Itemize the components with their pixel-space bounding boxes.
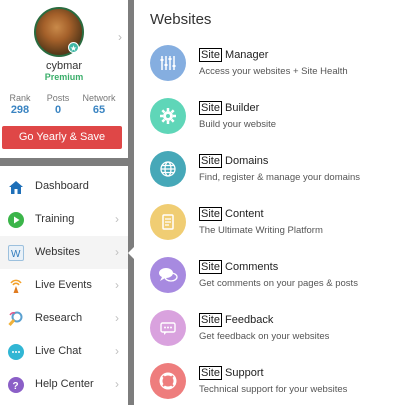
site-prefix: Site: [199, 48, 222, 62]
stat-posts[interactable]: Posts 0: [38, 93, 78, 116]
globe-icon: [150, 151, 186, 187]
chevron-right-icon: ›: [115, 344, 119, 358]
menu-item-description: Access your websites + Site Health: [199, 66, 348, 77]
site-prefix: Site: [199, 260, 222, 274]
svg-text:?: ?: [13, 381, 19, 392]
stat-label: Posts: [46, 93, 70, 103]
stat-value: 65: [92, 104, 106, 116]
sidebar-nav: Dashboard Training › W Websites › Live E…: [0, 166, 128, 405]
menu-item-site-feedback[interactable]: Site Feedback Get feedback on your websi…: [150, 307, 406, 351]
chat-icon: [8, 344, 24, 360]
sidebar-item-live-chat[interactable]: Live Chat ›: [0, 335, 128, 368]
menu-item-label: Content: [221, 208, 264, 220]
home-icon: [8, 179, 24, 195]
sidebar-item-label: Live Chat: [35, 345, 82, 357]
sidebar-item-label: Help Center: [35, 378, 94, 390]
research-icon: [8, 311, 24, 327]
stat-label: Network: [82, 93, 116, 103]
sidebar-item-training[interactable]: Training ›: [0, 203, 128, 236]
sidebar-item-label: Research: [35, 312, 83, 324]
sidebar-item-label: Websites: [35, 246, 81, 258]
sidebar-item-research[interactable]: Research ›: [0, 302, 128, 335]
profile-card: ★ › cybmar Premium Rank 298 Posts 0 Netw…: [0, 0, 128, 158]
menu-item-description: The Ultimate Writing Platform: [199, 225, 323, 236]
document-icon: [150, 204, 186, 240]
chevron-right-icon[interactable]: ›: [118, 30, 122, 44]
menu-item-title: Site Manager: [199, 48, 269, 62]
menu-item-description: Get feedback on your websites: [199, 331, 330, 342]
sidebar-item-label: Training: [35, 213, 75, 225]
menu-item-site-comments[interactable]: Site Comments Get comments on your pages…: [150, 254, 406, 298]
lifebuoy-icon: [150, 363, 186, 399]
menu-item-label: Manager: [221, 49, 269, 61]
menu-item-title: Site Support: [199, 366, 264, 380]
site-prefix: Site: [199, 154, 222, 168]
stat-label: Rank: [9, 93, 31, 103]
menu-item-title: Site Feedback: [199, 313, 274, 327]
menu-item-description: Find, register & manage your domains: [199, 172, 361, 183]
svg-text:W: W: [11, 249, 21, 260]
menu-item-site-support[interactable]: Site Support Technical support for your …: [150, 360, 406, 404]
menu-item-site-domains[interactable]: Site Domains Find, register & manage you…: [150, 148, 406, 192]
membership-plan: Premium: [44, 72, 84, 82]
menu-item-label: Comments: [221, 261, 279, 273]
feedback-icon: [150, 310, 186, 346]
chevron-right-icon: ›: [115, 245, 119, 259]
submenu-title: Websites: [150, 11, 212, 28]
go-yearly-button[interactable]: Go Yearly & Save: [2, 126, 122, 149]
menu-item-site-content[interactable]: Site Content The Ultimate Writing Platfo…: [150, 201, 406, 245]
website-icon: W: [8, 245, 24, 261]
sidebar-item-help-center[interactable]: ? Help Center ›: [0, 368, 128, 401]
site-prefix: Site: [199, 207, 222, 221]
gear-icon: [150, 98, 186, 134]
sidebar-item-live-events[interactable]: Live Events ›: [0, 269, 128, 302]
comments-icon: [150, 257, 186, 293]
chevron-right-icon: ›: [115, 278, 119, 292]
menu-item-label: Feedback: [221, 314, 274, 326]
site-prefix: Site: [199, 313, 222, 327]
menu-item-title: Site Builder: [199, 101, 260, 115]
stat-value: 298: [10, 104, 30, 116]
websites-submenu: Websites Site Manager Access your websit…: [134, 0, 410, 405]
sidebar-item-dashboard[interactable]: Dashboard: [0, 170, 128, 203]
app-root: ★ › cybmar Premium Rank 298 Posts 0 Netw…: [0, 0, 410, 405]
menu-item-label: Support: [221, 367, 264, 379]
site-prefix: Site: [199, 101, 222, 115]
menu-item-description: Build your website: [199, 119, 277, 130]
menu-item-site-manager[interactable]: Site Manager Access your websites + Site…: [150, 42, 406, 86]
stat-value: 0: [54, 104, 62, 116]
menu-item-title: Site Content: [199, 207, 264, 221]
broadcast-icon: [8, 278, 24, 294]
menu-item-description: Get comments on your pages & posts: [199, 278, 358, 289]
chevron-right-icon: ›: [115, 377, 119, 391]
help-icon: ?: [8, 377, 24, 393]
menu-item-label: Builder: [221, 102, 260, 114]
sidebar-item-label: Live Events: [35, 279, 92, 291]
chevron-right-icon: ›: [115, 311, 119, 325]
stat-rank[interactable]: Rank 298: [0, 93, 40, 116]
stat-network[interactable]: Network 65: [76, 93, 122, 116]
sidebar-item-label: Dashboard: [35, 180, 89, 192]
chevron-right-icon: ›: [115, 212, 119, 226]
profile-stats: Rank 298 Posts 0 Network 65: [0, 93, 128, 123]
sidebar-item-websites[interactable]: W Websites ›: [0, 236, 128, 269]
sliders-icon: [150, 45, 186, 81]
username[interactable]: cybmar: [0, 60, 128, 72]
menu-item-description: Technical support for your websites: [199, 384, 348, 395]
play-icon: [8, 212, 24, 228]
site-prefix: Site: [199, 366, 222, 380]
menu-item-title: Site Domains: [199, 154, 269, 168]
menu-item-site-builder[interactable]: Site Builder Build your website: [150, 95, 406, 139]
star-badge-icon: ★: [68, 42, 79, 53]
menu-item-title: Site Comments: [199, 260, 279, 274]
menu-item-label: Domains: [221, 155, 269, 167]
